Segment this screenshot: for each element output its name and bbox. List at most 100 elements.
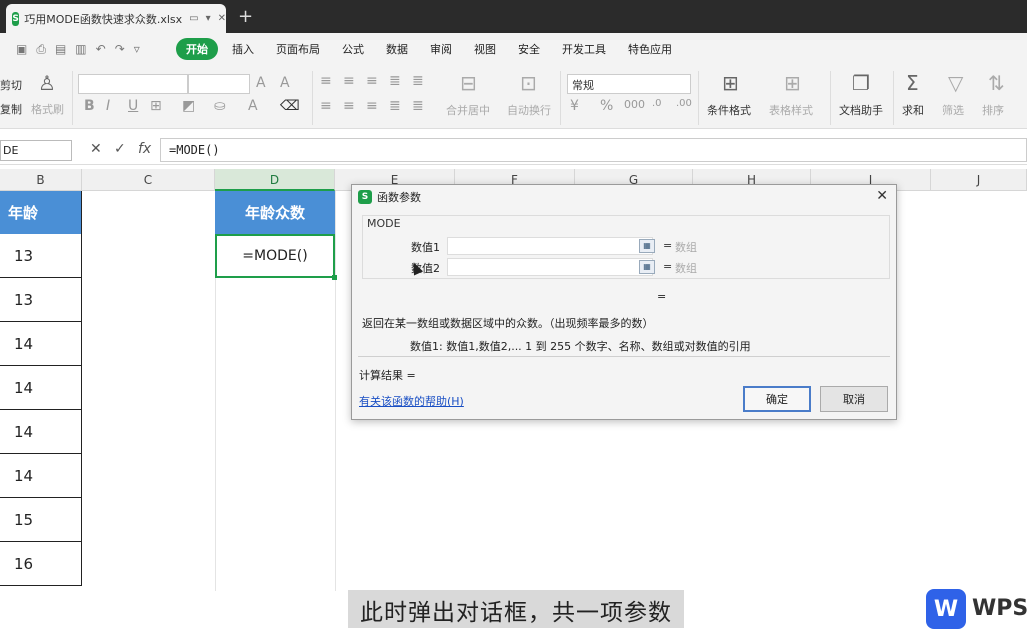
- format-painter-button[interactable]: 格式刷: [31, 101, 64, 117]
- underline-icon[interactable]: U: [128, 98, 138, 114]
- number-format-select[interactable]: 常规: [567, 74, 691, 94]
- conditional-format-button[interactable]: 条件格式: [707, 102, 751, 118]
- confirm-icon[interactable]: ✓: [114, 141, 126, 157]
- age-cell[interactable]: 14: [0, 454, 82, 498]
- document-tab[interactable]: S 巧用MODE函数快速求众数.xlsx ▭ ▾ ✕: [6, 4, 226, 33]
- document-helper-button[interactable]: 文档助手: [839, 102, 883, 118]
- align-top-icon[interactable]: ≡: [320, 73, 332, 89]
- increase-font-icon[interactable]: A: [256, 75, 266, 91]
- insert-function-icon[interactable]: fx: [138, 141, 151, 157]
- bold-icon[interactable]: B: [84, 98, 95, 114]
- border-icon[interactable]: ⊞: [150, 98, 162, 114]
- print-icon[interactable]: ⎙: [36, 42, 46, 57]
- wrap-text-button[interactable]: 自动换行: [507, 102, 551, 118]
- mode-formula-cell[interactable]: =MODE(): [215, 234, 335, 278]
- quick-access-toolbar: ▣ ⎙ ▤ ▥ ↶ ↷ ▿: [0, 42, 176, 57]
- cut-button[interactable]: 剪切: [0, 77, 22, 93]
- arg2-input[interactable]: [447, 258, 653, 276]
- age-cell[interactable]: 13: [0, 234, 82, 278]
- align-center-icon[interactable]: ≡: [343, 98, 355, 114]
- align-bottom-icon[interactable]: ≡: [366, 73, 378, 89]
- menu-security[interactable]: 安全: [510, 38, 548, 60]
- decrease-font-icon[interactable]: A: [280, 75, 290, 91]
- fill-handle[interactable]: [332, 275, 337, 280]
- function-help-link[interactable]: 有关该函数的帮助(H): [359, 393, 464, 409]
- document-helper-icon: ❐: [852, 71, 870, 95]
- export-icon[interactable]: ▥: [75, 42, 86, 57]
- age-cell[interactable]: 16: [0, 542, 82, 586]
- fill-color-icon[interactable]: ◩: [182, 98, 195, 114]
- function-arguments-dialog: S 函数参数 ✕ MODE 数值1 ▦ = 数组 数值2 ▦ = 数组 = 返回…: [351, 184, 897, 420]
- menu-insert[interactable]: 插入: [224, 38, 262, 60]
- filter-button[interactable]: 筛选: [942, 102, 964, 118]
- menu-data[interactable]: 数据: [378, 38, 416, 60]
- menu-home[interactable]: 开始: [176, 38, 218, 60]
- age-cell[interactable]: 14: [0, 366, 82, 410]
- font-size-select[interactable]: [188, 74, 250, 94]
- menu-features[interactable]: 特色应用: [620, 38, 680, 60]
- merge-center-button[interactable]: 合并居中: [446, 102, 490, 118]
- eraser-icon[interactable]: ⌫: [280, 98, 300, 114]
- column-header-c[interactable]: C: [82, 169, 215, 191]
- dialog-title-bar[interactable]: S 函数参数: [352, 185, 896, 209]
- name-box[interactable]: DE: [0, 140, 72, 161]
- redo-icon[interactable]: ↷: [115, 42, 125, 57]
- close-icon[interactable]: ✕: [876, 188, 888, 204]
- outdent-icon[interactable]: ≣: [412, 73, 424, 89]
- italic-icon[interactable]: I: [106, 98, 110, 114]
- range-select-icon[interactable]: ▦: [639, 239, 655, 253]
- ok-button[interactable]: 确定: [743, 386, 811, 412]
- arg1-input[interactable]: [447, 237, 653, 255]
- cancel-icon[interactable]: ✕: [90, 141, 102, 157]
- menu-review[interactable]: 审阅: [422, 38, 460, 60]
- close-tab-icon[interactable]: ✕: [218, 13, 226, 24]
- dropdown-icon[interactable]: ▾: [206, 13, 211, 24]
- menu-page-layout[interactable]: 页面布局: [268, 38, 328, 60]
- column-header-j[interactable]: J: [931, 169, 1027, 191]
- age-cell[interactable]: 15: [0, 498, 82, 542]
- formula-input[interactable]: =MODE(): [160, 138, 1027, 162]
- gridline: [335, 191, 336, 591]
- table-style-icon: ⊞: [784, 71, 801, 95]
- mode-header-cell[interactable]: 年龄众数: [215, 191, 335, 234]
- align-middle-icon[interactable]: ≡: [343, 73, 355, 89]
- preview-icon[interactable]: ▤: [55, 42, 66, 57]
- indent-icon[interactable]: ≣: [389, 73, 401, 89]
- cancel-button[interactable]: 取消: [820, 386, 888, 412]
- font-name-select[interactable]: [78, 74, 188, 94]
- arg1-label: 数值1: [411, 241, 440, 254]
- sum-button[interactable]: 求和: [902, 102, 924, 118]
- menu-developer[interactable]: 开发工具: [554, 38, 614, 60]
- menu-view[interactable]: 视图: [466, 38, 504, 60]
- merge-icon: ⊟: [460, 71, 477, 95]
- table-style-button[interactable]: 表格样式: [769, 102, 813, 118]
- age-header-cell[interactable]: 年龄: [0, 191, 82, 234]
- age-cell[interactable]: 13: [0, 278, 82, 322]
- undo-icon[interactable]: ↶: [96, 42, 106, 57]
- justify-icon[interactable]: ≣: [389, 98, 401, 114]
- column-header-b[interactable]: B: [0, 169, 82, 191]
- decrease-decimal-icon[interactable]: .00: [676, 98, 692, 109]
- distribute-icon[interactable]: ≣: [412, 98, 424, 114]
- copy-button[interactable]: 复制: [0, 101, 22, 117]
- sort-button[interactable]: 排序: [982, 102, 1004, 118]
- age-cell[interactable]: 14: [0, 322, 82, 366]
- age-cell[interactable]: 14: [0, 410, 82, 454]
- column-header-d[interactable]: D: [215, 169, 335, 191]
- menu-formulas[interactable]: 公式: [334, 38, 372, 60]
- range-select-icon[interactable]: ▦: [639, 260, 655, 274]
- percent-icon[interactable]: %: [600, 98, 613, 114]
- thousands-icon[interactable]: 000: [624, 98, 645, 111]
- more-icon[interactable]: ▿: [134, 42, 140, 57]
- cell-fill-icon[interactable]: ⛀: [214, 98, 226, 114]
- align-right-icon[interactable]: ≡: [366, 98, 378, 114]
- arg1-type: 数组: [675, 241, 697, 254]
- monitor-icon[interactable]: ▭: [189, 13, 198, 24]
- currency-icon[interactable]: ¥: [570, 98, 579, 114]
- increase-decimal-icon[interactable]: .0: [652, 98, 662, 109]
- ribbon-divider: [893, 71, 894, 125]
- save-icon[interactable]: ▣: [16, 42, 27, 57]
- font-color-icon[interactable]: A: [248, 98, 258, 114]
- new-tab-button[interactable]: +: [238, 6, 253, 27]
- align-left-icon[interactable]: ≡: [320, 98, 332, 114]
